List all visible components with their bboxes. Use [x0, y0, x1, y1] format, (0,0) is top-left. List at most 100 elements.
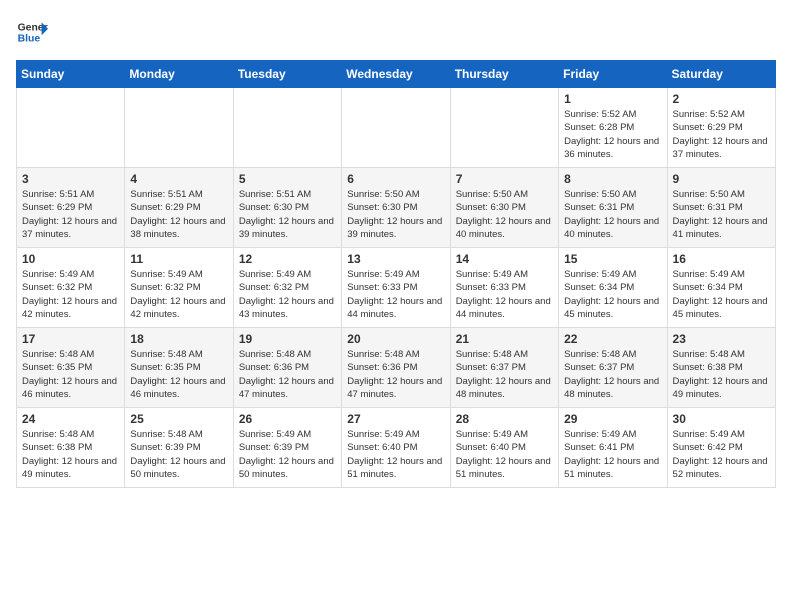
day-number: 5	[239, 172, 336, 186]
day-info: Sunrise: 5:50 AM Sunset: 6:31 PM Dayligh…	[673, 188, 770, 241]
day-info: Sunrise: 5:48 AM Sunset: 6:39 PM Dayligh…	[130, 428, 227, 481]
day-number: 4	[130, 172, 227, 186]
day-number: 1	[564, 92, 661, 106]
day-info: Sunrise: 5:48 AM Sunset: 6:36 PM Dayligh…	[347, 348, 444, 401]
day-info: Sunrise: 5:49 AM Sunset: 6:34 PM Dayligh…	[673, 268, 770, 321]
weekday-header-cell: Saturday	[667, 61, 775, 88]
day-info: Sunrise: 5:48 AM Sunset: 6:36 PM Dayligh…	[239, 348, 336, 401]
day-number: 21	[456, 332, 553, 346]
calendar-day-cell	[450, 88, 558, 168]
day-number: 17	[22, 332, 119, 346]
day-number: 14	[456, 252, 553, 266]
day-number: 11	[130, 252, 227, 266]
calendar-week-row: 1 Sunrise: 5:52 AM Sunset: 6:28 PM Daylig…	[17, 88, 776, 168]
calendar-day-cell: 11Sunrise: 5:49 AM Sunset: 6:32 PM Dayli…	[125, 248, 233, 328]
calendar-day-cell: 7 Sunrise: 5:50 AM Sunset: 6:30 PM Daylig…	[450, 168, 558, 248]
day-number: 12	[239, 252, 336, 266]
day-number: 24	[22, 412, 119, 426]
svg-text:Blue: Blue	[18, 34, 41, 45]
day-info: Sunrise: 5:49 AM Sunset: 6:40 PM Dayligh…	[456, 428, 553, 481]
calendar-day-cell: 27Sunrise: 5:49 AM Sunset: 6:40 PM Dayli…	[342, 408, 450, 488]
day-number: 6	[347, 172, 444, 186]
calendar-day-cell: 6 Sunrise: 5:50 AM Sunset: 6:30 PM Daylig…	[342, 168, 450, 248]
day-number: 30	[673, 412, 770, 426]
day-number: 2	[673, 92, 770, 106]
calendar-day-cell: 18Sunrise: 5:48 AM Sunset: 6:35 PM Dayli…	[125, 328, 233, 408]
day-number: 16	[673, 252, 770, 266]
calendar-day-cell	[125, 88, 233, 168]
calendar-day-cell	[342, 88, 450, 168]
day-number: 9	[673, 172, 770, 186]
day-number: 8	[564, 172, 661, 186]
day-info: Sunrise: 5:49 AM Sunset: 6:34 PM Dayligh…	[564, 268, 661, 321]
weekday-header-cell: Sunday	[17, 61, 125, 88]
day-number: 23	[673, 332, 770, 346]
calendar-day-cell: 23Sunrise: 5:48 AM Sunset: 6:38 PM Dayli…	[667, 328, 775, 408]
day-number: 10	[22, 252, 119, 266]
calendar-day-cell: 26 Sunrise: 5:49 AM Sunset: 6:39 PM Dayli…	[233, 408, 341, 488]
calendar-day-cell: 19 Sunrise: 5:48 AM Sunset: 6:36 PM Dayli…	[233, 328, 341, 408]
logo-icon: General Blue	[16, 16, 48, 48]
day-number: 20	[347, 332, 444, 346]
day-info: Sunrise: 5:48 AM Sunset: 6:38 PM Dayligh…	[22, 428, 119, 481]
day-info: Sunrise: 5:49 AM Sunset: 6:32 PM Dayligh…	[22, 268, 119, 321]
calendar-day-cell: 9 Sunrise: 5:50 AM Sunset: 6:31 PM Daylig…	[667, 168, 775, 248]
day-info: Sunrise: 5:48 AM Sunset: 6:35 PM Dayligh…	[22, 348, 119, 401]
calendar-week-row: 17 Sunrise: 5:48 AM Sunset: 6:35 PM Dayli…	[17, 328, 776, 408]
day-info: Sunrise: 5:49 AM Sunset: 6:42 PM Dayligh…	[673, 428, 770, 481]
day-info: Sunrise: 5:52 AM Sunset: 6:29 PM Dayligh…	[673, 108, 770, 161]
day-number: 3	[22, 172, 119, 186]
calendar-day-cell: 22Sunrise: 5:48 AM Sunset: 6:37 PM Dayli…	[559, 328, 667, 408]
weekday-header-cell: Friday	[559, 61, 667, 88]
day-info: Sunrise: 5:50 AM Sunset: 6:30 PM Dayligh…	[456, 188, 553, 241]
calendar-day-cell: 8 Sunrise: 5:50 AM Sunset: 6:31 PM Daylig…	[559, 168, 667, 248]
day-number: 15	[564, 252, 661, 266]
day-number: 29	[564, 412, 661, 426]
calendar-day-cell: 15 Sunrise: 5:49 AM Sunset: 6:34 PM Dayli…	[559, 248, 667, 328]
calendar-day-cell: 30 Sunrise: 5:49 AM Sunset: 6:42 PM Dayli…	[667, 408, 775, 488]
day-number: 7	[456, 172, 553, 186]
calendar-day-cell: 28 Sunrise: 5:49 AM Sunset: 6:40 PM Dayli…	[450, 408, 558, 488]
calendar-day-cell: 2 Sunrise: 5:52 AM Sunset: 6:29 PM Daylig…	[667, 88, 775, 168]
calendar-day-cell: 4Sunrise: 5:51 AM Sunset: 6:29 PM Daylig…	[125, 168, 233, 248]
calendar-day-cell: 12 Sunrise: 5:49 AM Sunset: 6:32 PM Dayli…	[233, 248, 341, 328]
day-info: Sunrise: 5:49 AM Sunset: 6:32 PM Dayligh…	[239, 268, 336, 321]
day-info: Sunrise: 5:49 AM Sunset: 6:40 PM Dayligh…	[347, 428, 444, 481]
calendar-week-row: 24 Sunrise: 5:48 AM Sunset: 6:38 PM Dayli…	[17, 408, 776, 488]
calendar-day-cell: 25Sunrise: 5:48 AM Sunset: 6:39 PM Dayli…	[125, 408, 233, 488]
calendar-table: SundayMondayTuesdayWednesdayThursdayFrid…	[16, 60, 776, 488]
day-info: Sunrise: 5:50 AM Sunset: 6:31 PM Dayligh…	[564, 188, 661, 241]
day-number: 13	[347, 252, 444, 266]
day-number: 19	[239, 332, 336, 346]
day-info: Sunrise: 5:51 AM Sunset: 6:30 PM Dayligh…	[239, 188, 336, 241]
day-info: Sunrise: 5:49 AM Sunset: 6:39 PM Dayligh…	[239, 428, 336, 481]
calendar-day-cell: 3 Sunrise: 5:51 AM Sunset: 6:29 PM Daylig…	[17, 168, 125, 248]
day-info: Sunrise: 5:48 AM Sunset: 6:37 PM Dayligh…	[456, 348, 553, 401]
calendar-day-cell: 13 Sunrise: 5:49 AM Sunset: 6:33 PM Dayli…	[342, 248, 450, 328]
day-info: Sunrise: 5:48 AM Sunset: 6:37 PM Dayligh…	[564, 348, 661, 401]
calendar-week-row: 10 Sunrise: 5:49 AM Sunset: 6:32 PM Dayli…	[17, 248, 776, 328]
calendar-week-row: 3 Sunrise: 5:51 AM Sunset: 6:29 PM Daylig…	[17, 168, 776, 248]
calendar-day-cell: 29 Sunrise: 5:49 AM Sunset: 6:41 PM Dayli…	[559, 408, 667, 488]
day-number: 18	[130, 332, 227, 346]
calendar-day-cell: 20 Sunrise: 5:48 AM Sunset: 6:36 PM Dayli…	[342, 328, 450, 408]
calendar-day-cell	[17, 88, 125, 168]
calendar-day-cell: 5 Sunrise: 5:51 AM Sunset: 6:30 PM Daylig…	[233, 168, 341, 248]
calendar-day-cell: 1 Sunrise: 5:52 AM Sunset: 6:28 PM Daylig…	[559, 88, 667, 168]
day-info: Sunrise: 5:49 AM Sunset: 6:33 PM Dayligh…	[456, 268, 553, 321]
day-info: Sunrise: 5:49 AM Sunset: 6:33 PM Dayligh…	[347, 268, 444, 321]
calendar-day-cell: 21 Sunrise: 5:48 AM Sunset: 6:37 PM Dayli…	[450, 328, 558, 408]
weekday-header-cell: Tuesday	[233, 61, 341, 88]
day-info: Sunrise: 5:52 AM Sunset: 6:28 PM Dayligh…	[564, 108, 661, 161]
weekday-header-cell: Wednesday	[342, 61, 450, 88]
page-header: General Blue	[16, 16, 776, 48]
day-info: Sunrise: 5:49 AM Sunset: 6:41 PM Dayligh…	[564, 428, 661, 481]
day-number: 26	[239, 412, 336, 426]
calendar-day-cell: 24 Sunrise: 5:48 AM Sunset: 6:38 PM Dayli…	[17, 408, 125, 488]
calendar-body: 1 Sunrise: 5:52 AM Sunset: 6:28 PM Daylig…	[17, 88, 776, 488]
day-number: 28	[456, 412, 553, 426]
day-info: Sunrise: 5:51 AM Sunset: 6:29 PM Dayligh…	[22, 188, 119, 241]
calendar-day-cell: 16 Sunrise: 5:49 AM Sunset: 6:34 PM Dayli…	[667, 248, 775, 328]
day-info: Sunrise: 5:50 AM Sunset: 6:30 PM Dayligh…	[347, 188, 444, 241]
weekday-header-cell: Thursday	[450, 61, 558, 88]
